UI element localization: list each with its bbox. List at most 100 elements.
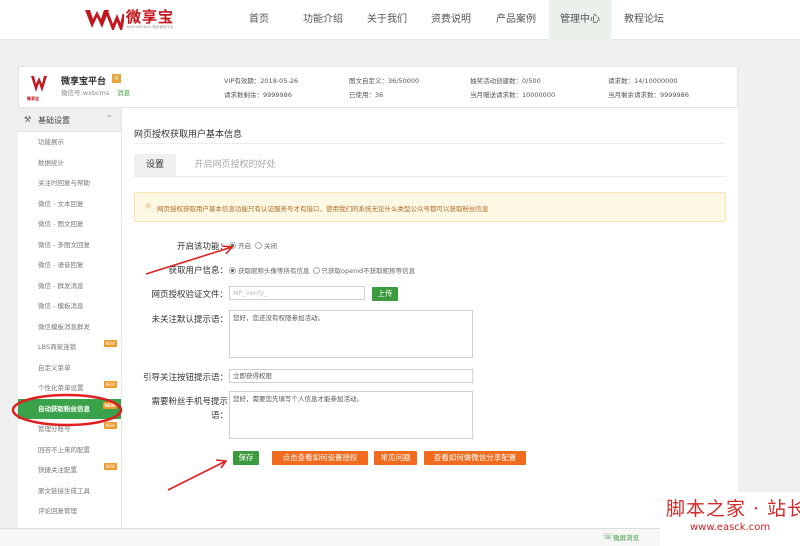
nav-features[interactable]: 功能介绍: [298, 0, 348, 40]
sidebar-item[interactable]: 微信 - 语音回复: [18, 255, 121, 276]
new-badge: NEW: [102, 401, 117, 409]
mobile-preview-label[interactable]: 微屏浏览: [613, 532, 639, 542]
sidebar-item-label: 快捷关注配置: [38, 466, 77, 474]
nav-home[interactable]: 首页: [238, 0, 280, 40]
sidebar-item[interactable]: 快捷关注配置 NEW: [18, 460, 121, 481]
enable-on-label: 开启: [238, 242, 251, 250]
account-logo-caption: 微享宝: [27, 96, 39, 101]
sidebar-item[interactable]: 回答不上来的配置: [18, 440, 121, 461]
account-logo-icon: [31, 76, 47, 92]
sidebar-item-label: 微信 - 语音回复: [38, 261, 84, 269]
userinfo-label: 获取用户信息：: [168, 266, 228, 276]
stat-custom-news: 图文自定义：36/50000: [349, 77, 420, 85]
sidebar-menu: 功能展示数据统计关注时回复与帮助 微信 - 文本回复 微信 - 图文回复微信 - 多…: [18, 132, 121, 522]
sidebar-item-label: 数据统计: [38, 158, 64, 167]
sidebar-item-label: LBS商家连锁: [38, 343, 77, 351]
sidebar-item[interactable]: 评论回复管理: [18, 501, 121, 522]
enable-on-radio[interactable]: [229, 241, 236, 249]
stat-monthly-left: 当月剩余请求数：9999986: [608, 91, 689, 99]
sidebar-item-label: 回答不上来的配置: [38, 445, 90, 454]
userinfo-all-radio[interactable]: [229, 266, 236, 274]
sidebar-item-label: 功能展示: [38, 138, 64, 146]
account-info-bar: 微享宝 微享宝平台 V 微信号:wxbcms 消息 VIP有效期：2018-05…: [18, 66, 738, 108]
new-badge: NEW: [103, 422, 117, 429]
account-name: 微享宝平台: [61, 77, 107, 87]
nav-forum[interactable]: 教程论坛: [618, 0, 670, 40]
sidebar-item[interactable]: 数据统计: [18, 153, 121, 174]
sidebar-item-label: 个性化菜单设置: [38, 384, 84, 392]
account-wechat-id: 微信号:wxbcms: [61, 89, 110, 97]
share-config-button[interactable]: 查看如何做微信分享配置: [424, 451, 526, 465]
main-panel: 网页授权获取用户基本信息 设置 开启网页授权的好处 ☼ 网页授权获取用户基本信息…: [122, 108, 738, 538]
sidebar-item[interactable]: 功能展示: [18, 132, 121, 153]
lightbulb-icon: ☼: [144, 202, 153, 212]
enable-off-radio[interactable]: [255, 241, 262, 249]
howto-auth-button[interactable]: 点击查看如何设置授权: [272, 451, 368, 465]
sidebar-item-label: 评论回复管理: [38, 507, 77, 515]
userinfo-options: 获取昵称头像等所有信息 只获取openid不获取昵称等信息: [229, 265, 415, 275]
unfollow-textarea[interactable]: 您好，您还没有权限参加活动。: [229, 310, 473, 358]
settings-icon: ⚒: [24, 115, 32, 124]
sidebar-item-label: 管理分账号: [38, 425, 71, 433]
nav-cases[interactable]: 产品案例: [490, 0, 542, 40]
userinfo-all-label: 获取昵称头像等所有信息: [238, 267, 310, 275]
new-badge: NEW: [103, 463, 117, 470]
userinfo-openid-radio[interactable]: [312, 266, 320, 274]
nav-about[interactable]: 关于我们: [362, 0, 412, 40]
enable-off-label: 关闭: [264, 242, 277, 250]
sidebar-item[interactable]: 微信 - 群发消息: [18, 276, 121, 297]
phone-label-line1: 需要粉丝手机号提示: [151, 397, 228, 407]
sidebar-item[interactable]: 关注时回复与帮助: [18, 173, 121, 194]
tab-benefits[interactable]: 开启网页授权的好处: [180, 154, 290, 176]
sidebar-item-label: 自动获取粉丝信息: [38, 404, 90, 413]
nav-pricing[interactable]: 资费说明: [426, 0, 476, 40]
phone-label-line2: 语：: [210, 411, 228, 421]
nav-admin-center[interactable]: 管理中心: [549, 0, 611, 40]
sidebar-item-label: 微信 - 多图文回复: [38, 240, 90, 249]
sidebar-item[interactable]: 管理分账号 NEW: [18, 419, 121, 440]
stat-used: 已使用：36: [349, 91, 384, 99]
save-button[interactable]: 保存: [233, 451, 259, 465]
verify-file-input[interactable]: MP_verify_: [229, 286, 365, 300]
sidebar-item[interactable]: LBS商家连锁 NEW: [18, 337, 121, 358]
sidebar-item[interactable]: 微信 - 多图文回复: [18, 235, 121, 256]
watermark-url: www.easck.com: [690, 522, 771, 533]
brand-tagline: WXSHAREBAO 微信营销平台: [126, 24, 174, 29]
stat-requests-left: 请求数剩余：9999986: [224, 91, 292, 99]
sidebar-item[interactable]: 微信模板消息群发: [18, 317, 121, 338]
sidebar-item[interactable]: 自动获取粉丝信息 NEW: [18, 398, 121, 419]
faq-button[interactable]: 常见问题: [374, 451, 417, 465]
phone-icon: ☏: [603, 532, 614, 541]
upload-button[interactable]: 上传: [372, 287, 398, 301]
guide-label: 引导关注按钮提示语：: [142, 373, 228, 383]
phone-textarea[interactable]: 您好，需要您先填写个人信息才能参加活动。: [229, 391, 473, 439]
top-navbar: 微享宝 WXSHAREBAO 微信营销平台 首页 功能介绍 关于我们 资费说明 …: [0, 0, 800, 40]
sidebar-item[interactable]: 自定义菜单: [18, 358, 121, 379]
sidebar-item[interactable]: 原文链接生成工具: [18, 481, 121, 502]
notice-text: 网页授权获取用户基本信息功能只有认证服务号才有接口，使用我们的系统无论什么类型公…: [157, 205, 489, 213]
sidebar-item-label: 原文链接生成工具: [38, 486, 90, 495]
sidebar-item[interactable]: 微信 - 图文回复: [18, 214, 121, 235]
enable-options: 开启 关闭: [229, 240, 277, 250]
stat-requests: 请求数：14/10000000: [608, 77, 678, 85]
unfollow-label: 未关注默认提示语：: [151, 315, 228, 325]
verify-file-label: 网页授权验证文件：: [151, 290, 228, 300]
sidebar-section-label: 基础设置: [38, 116, 70, 125]
sidebar-item[interactable]: 微信 - 模板消息: [18, 296, 121, 317]
brand-w-icon: [85, 9, 124, 30]
sidebar-item-label: 微信 - 模板消息: [38, 302, 84, 310]
tab-settings[interactable]: 设置: [134, 154, 176, 176]
watermark-cn: 脚本之家 · 站长站: [666, 498, 800, 520]
page-title: 网页授权获取用户基本信息: [134, 130, 243, 140]
sidebar: ⚒ 基础设置 ⌃ 功能展示数据统计关注时回复与帮助 微信 - 文本回复 微信 - 图…: [18, 108, 122, 538]
brand-logo[interactable]: 微享宝 WXSHAREBAO 微信营销平台: [84, 6, 174, 32]
brand-name: 微享宝: [126, 7, 175, 26]
chevron-up-icon: ⌃: [106, 114, 113, 123]
guide-input[interactable]: 立即获得权限: [229, 369, 473, 383]
sidebar-section-basic[interactable]: ⚒ 基础设置 ⌃: [18, 108, 121, 132]
sidebar-item[interactable]: 个性化菜单设置 NEW: [18, 378, 121, 399]
stat-monthly-gift: 当月赠送请求数：10000000: [470, 91, 556, 99]
sidebar-item[interactable]: 微信 - 文本回复: [18, 194, 121, 215]
account-message-link[interactable]: 消息: [117, 87, 130, 97]
vip-badge: V: [112, 74, 121, 83]
